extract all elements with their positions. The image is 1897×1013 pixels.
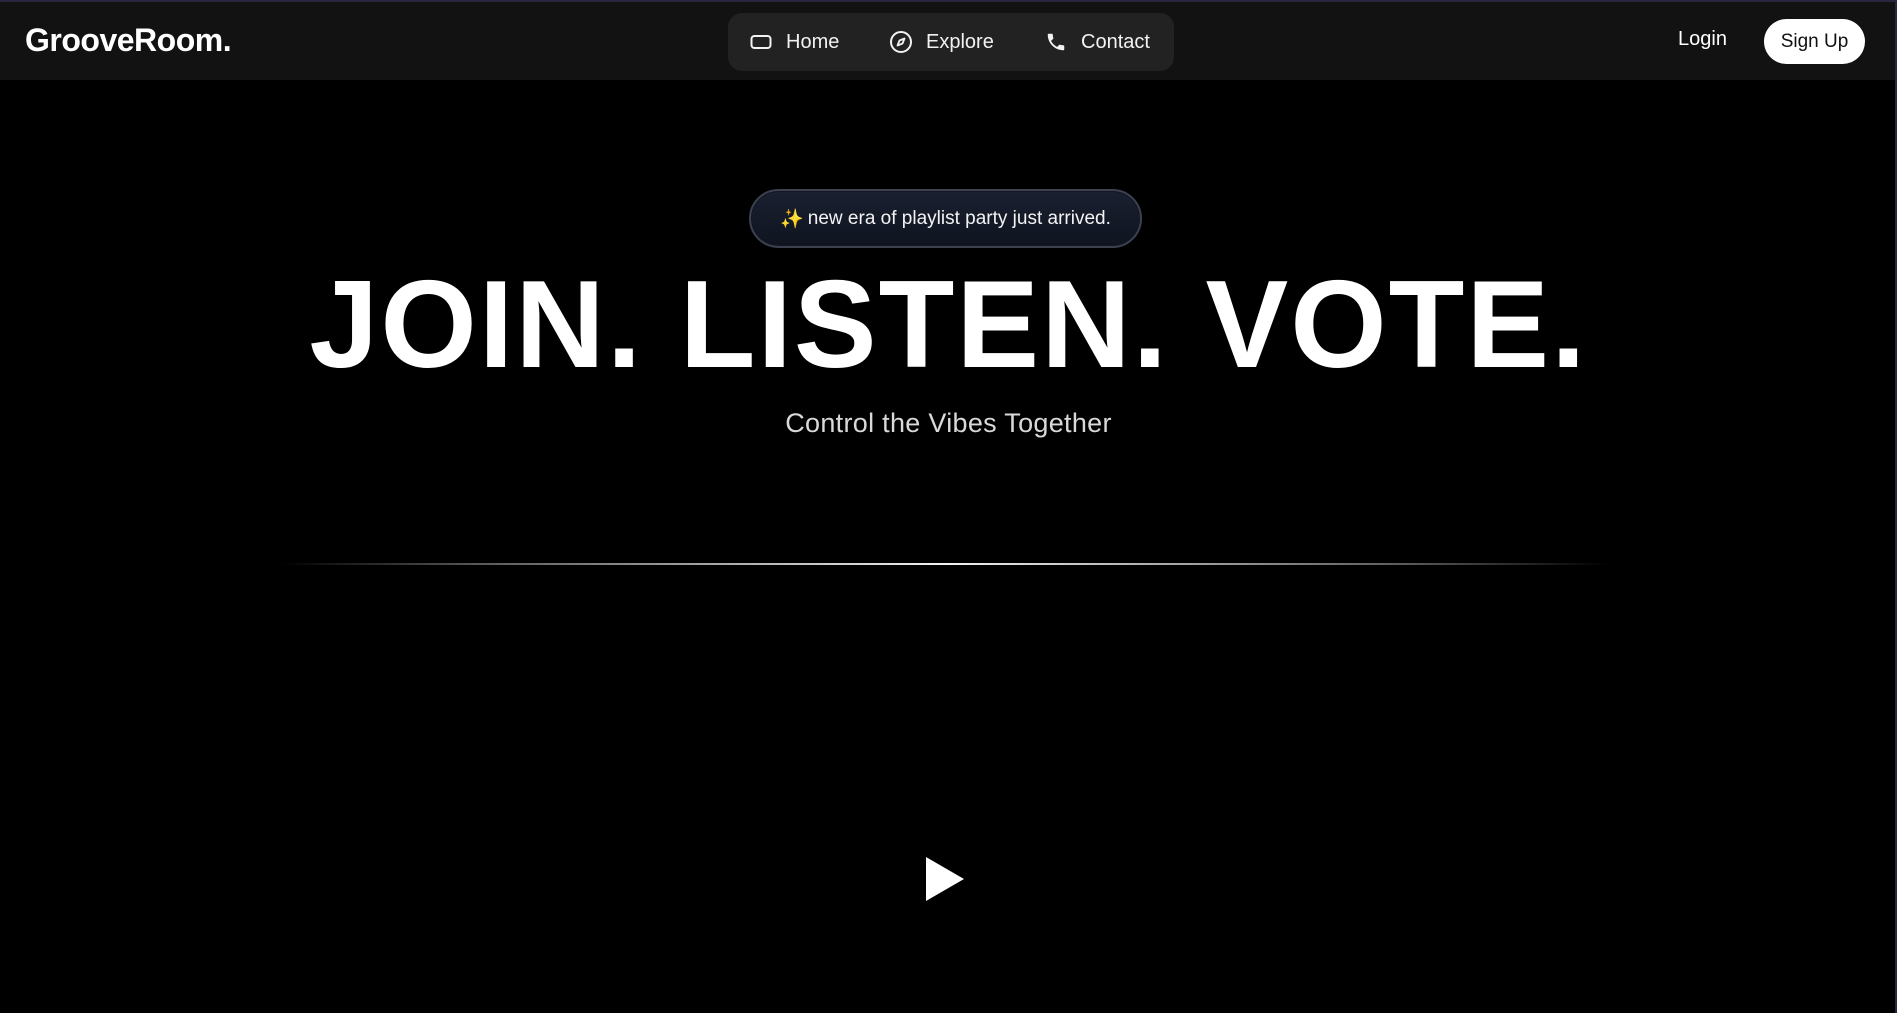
play-icon[interactable] bbox=[924, 855, 966, 903]
compass-icon bbox=[888, 29, 914, 55]
nav-item-label: Home bbox=[786, 30, 840, 53]
hero-headline: JOIN. LISTEN. VOTE. bbox=[309, 256, 1588, 394]
nav-item-contact[interactable]: Contact bbox=[1043, 13, 1150, 71]
main-nav: Home Explore Contact bbox=[728, 13, 1174, 71]
home-icon bbox=[748, 29, 774, 55]
announcement-text: new era of playlist party just arrived. bbox=[807, 207, 1111, 229]
sign-up-button[interactable]: Sign Up bbox=[1764, 19, 1865, 64]
login-button[interactable]: Login bbox=[1678, 28, 1727, 51]
nav-item-label: Contact bbox=[1081, 30, 1150, 53]
landing-page: GrooveRoom. Home Explore Contact Login S… bbox=[0, 0, 1897, 1013]
nav-item-label: Explore bbox=[926, 30, 994, 53]
sparkles-icon: ✨ bbox=[780, 208, 804, 230]
nav-item-home[interactable]: Home bbox=[748, 13, 839, 71]
section-divider bbox=[280, 563, 1610, 565]
announcement-badge[interactable]: ✨ new era of playlist party just arrived… bbox=[749, 189, 1142, 248]
phone-icon bbox=[1043, 29, 1069, 55]
nav-item-explore[interactable]: Explore bbox=[888, 13, 994, 71]
hero-subheadline: Control the Vibes Together bbox=[785, 408, 1112, 438]
brand-logo[interactable]: GrooveRoom. bbox=[25, 22, 232, 59]
top-navigation-bar: GrooveRoom. Home Explore Contact Login S… bbox=[0, 0, 1897, 80]
